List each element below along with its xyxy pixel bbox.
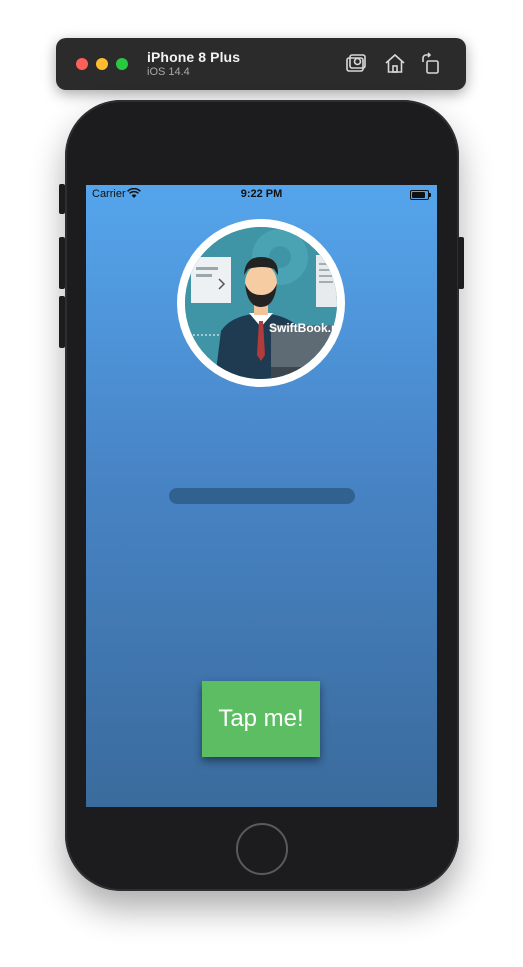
home-button[interactable] — [236, 823, 288, 875]
os-version: iOS 14.4 — [147, 66, 190, 78]
mute-switch — [59, 184, 65, 214]
simulator-title-bar: iPhone 8 Plus iOS 14.4 — [56, 38, 466, 90]
screenshot-icon[interactable] — [344, 52, 368, 76]
battery-icon — [410, 190, 431, 200]
volume-down-button — [59, 296, 65, 348]
power-button — [458, 237, 464, 289]
avatar-illustration — [185, 227, 337, 379]
tap-me-button[interactable]: Tap me! — [202, 681, 320, 757]
home-icon[interactable] — [383, 52, 407, 76]
status-time: 9:22 PM — [240, 188, 283, 200]
progress-bar — [169, 488, 355, 504]
minimize-window-button[interactable] — [96, 58, 108, 70]
zoom-window-button[interactable] — [116, 58, 128, 70]
close-window-button[interactable] — [76, 58, 88, 70]
avatar-caption: SwiftBook.r — [269, 321, 336, 335]
status-bar: Carrier 9:22 PM — [86, 185, 437, 205]
app-screen: Carrier 9:22 PM SwiftBook.r Tap me! — [86, 185, 437, 807]
volume-up-button — [59, 237, 65, 289]
rotate-icon[interactable] — [419, 52, 443, 76]
device-name: iPhone 8 Plus — [147, 49, 241, 65]
avatar-image: SwiftBook.r — [177, 219, 345, 387]
